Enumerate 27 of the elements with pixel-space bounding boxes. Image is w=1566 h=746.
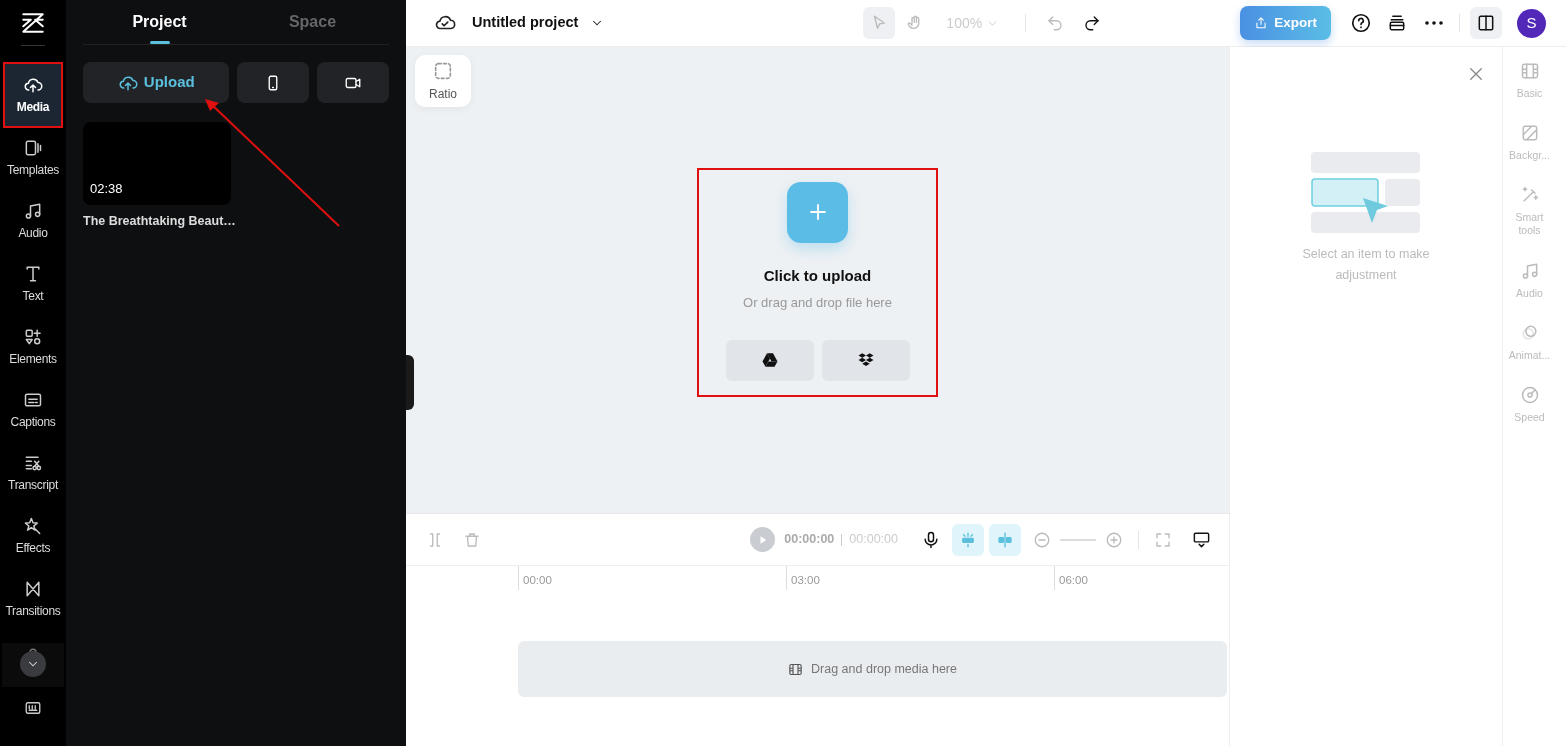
upload-hint: Or drag and drop file here xyxy=(743,294,892,312)
sidebar-item[interactable]: Templates xyxy=(5,127,61,189)
ratio-button[interactable]: Ratio xyxy=(415,55,471,107)
duration-label: 02:38 xyxy=(90,179,123,198)
timestamp: 03:00 xyxy=(786,566,820,590)
timestamp: 00:00 xyxy=(518,566,552,590)
media-thumbnail[interactable]: 02:38 xyxy=(83,122,231,205)
media-title: The Breathtaking Beaut… xyxy=(83,213,237,230)
upload-area[interactable]: Click to upload Or drag and drop file here xyxy=(699,169,936,395)
drop-hint: Drag and drop media here xyxy=(811,660,957,678)
sidebar-item[interactable]: Media xyxy=(5,64,61,126)
upload-button[interactable]: Upload xyxy=(83,62,230,103)
tab[interactable]: Project xyxy=(83,0,236,44)
sidebar-item[interactable]: Text xyxy=(5,253,61,315)
avatar[interactable]: S xyxy=(1517,8,1546,38)
sidebar-item[interactable]: Effects xyxy=(5,505,61,567)
empty-state-text: Select an item to make adjustment xyxy=(1301,246,1431,284)
current-time: 00:00:00 xyxy=(784,531,835,549)
timestamp: 06:00 xyxy=(1054,566,1088,590)
drop-zone[interactable]: Drag and drop media here xyxy=(518,641,1227,697)
sidebar-item[interactable]: Audio xyxy=(5,190,61,252)
sidebar-item[interactable]: Elements xyxy=(5,316,61,378)
sidebar-item[interactable]: Captions xyxy=(5,379,61,441)
sidebar-item[interactable]: Transcript xyxy=(5,442,61,504)
sidebar-item[interactable]: Transitions xyxy=(5,568,61,630)
upload-title: Click to upload xyxy=(763,265,872,286)
project-title-dropdown[interactable]: Untitled project xyxy=(472,12,605,34)
